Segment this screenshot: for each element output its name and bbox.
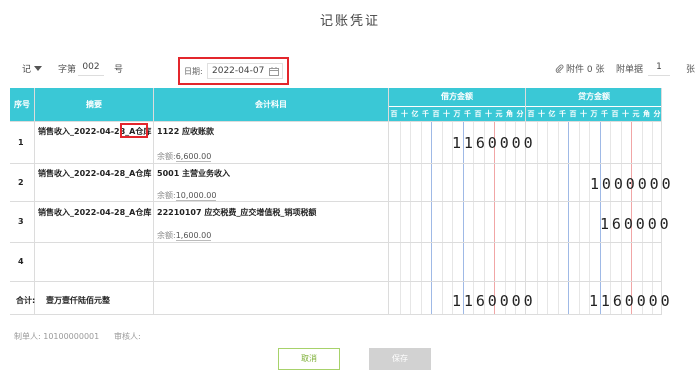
debit-digit-header: 角 <box>506 110 513 118</box>
digit-column-line <box>547 121 548 314</box>
total-text: 壹万壹仟陆佰元整 <box>46 296 110 305</box>
row-seq: 4 <box>18 257 24 266</box>
column-header-credit: 贷方金额 <box>526 88 662 106</box>
debit-digit-header: 十 <box>485 110 492 118</box>
column-header-debit: 借方金额 <box>389 88 525 106</box>
date-field-highlight: 日期: 2022-04-07 <box>178 57 289 85</box>
digit-column-line <box>410 121 411 314</box>
digit-column-line <box>399 121 401 314</box>
row-seq: 2 <box>18 178 24 187</box>
cancel-button[interactable]: 取消 <box>278 348 340 370</box>
row-summary[interactable]: 销售收入_2022-04-28_A仓库 <box>38 207 151 218</box>
debit-digit-header: 分 <box>516 110 524 118</box>
calendar-icon[interactable] <box>269 67 279 76</box>
voucher-word-value: 记 <box>22 64 32 75</box>
number-label: 号 <box>114 65 124 75</box>
debit-digit-header: 百 <box>474 110 482 118</box>
debit-digit-header: 千 <box>422 110 429 118</box>
credit-digit-header: 角 <box>643 110 650 118</box>
maker-label: 制单人: 10100000001 <box>14 332 100 341</box>
bill-unit-label: 张 <box>686 65 696 75</box>
row-credit-amount[interactable]: 160000 <box>600 215 672 233</box>
voucher-word-select[interactable]: 记 <box>22 61 48 75</box>
digit-column-line <box>431 121 432 314</box>
credit-digit-header: 十 <box>538 110 545 118</box>
row-balance: 余额:1,600.00 <box>157 231 212 241</box>
credit-digit-header: 百 <box>527 110 535 118</box>
digit-column-line <box>568 121 569 314</box>
row-summary[interactable]: 销售收入_2022-04-28_A仓库 <box>38 168 151 179</box>
credit-digit-header: 千 <box>601 110 608 118</box>
bill-label: 附单据 <box>616 65 644 75</box>
digit-column-line <box>420 121 422 314</box>
row-debit-amount[interactable]: 1160000 <box>452 134 536 152</box>
row-account[interactable]: 1122 应收账款 <box>157 126 214 137</box>
total-debit-amount: 1160000 <box>452 292 536 310</box>
digit-column-line <box>578 121 580 314</box>
digit-column-line <box>557 121 559 314</box>
debit-digit-header: 元 <box>495 110 503 118</box>
column-header-seq: 序号 <box>10 88 34 121</box>
row-seq: 1 <box>18 138 24 147</box>
digit-column-line <box>441 121 443 314</box>
debit-digit-header: 千 <box>464 110 471 118</box>
chevron-down-icon <box>34 65 43 71</box>
digit-column-line <box>589 121 590 314</box>
page-title: 记账凭证 <box>319 14 380 29</box>
credit-digit-header: 百 <box>611 110 619 118</box>
total-credit-amount: 1160000 <box>589 292 673 310</box>
voucher-table: 序号 摘要 会计科目 借方金额 贷方金额 百十亿千百十万千百十元角分百十亿千百十… <box>10 88 671 315</box>
highlight-box <box>120 123 148 138</box>
voucher-number-input[interactable]: 002 <box>78 60 104 76</box>
debit-digit-header: 十 <box>401 110 408 118</box>
credit-digit-header: 亿 <box>548 110 556 118</box>
column-header-summary: 摘要 <box>35 88 153 121</box>
column-header-account: 会计科目 <box>154 88 388 121</box>
debit-digit-header: 万 <box>453 110 461 118</box>
row-credit-amount[interactable]: 1000000 <box>590 175 674 193</box>
credit-digit-header: 元 <box>632 110 640 118</box>
debit-digit-header: 百 <box>390 110 398 118</box>
auditor-label: 审核人: <box>114 332 141 341</box>
row-balance: 余额:6,600.00 <box>157 152 212 162</box>
bill-count-input[interactable]: 1 <box>648 60 670 76</box>
debit-digit-header: 亿 <box>411 110 419 118</box>
attachment-link[interactable]: 附件 0 张 <box>555 62 604 75</box>
date-input[interactable]: 2022-04-07 <box>207 63 283 79</box>
debit-digit-header: 百 <box>432 110 440 118</box>
credit-digit-header: 百 <box>569 110 577 118</box>
debit-digit-header: 十 <box>443 110 450 118</box>
save-button[interactable]: 保存 <box>369 348 431 370</box>
date-value: 2022-04-07 <box>212 66 265 76</box>
total-label: 合计: <box>16 296 36 305</box>
credit-digit-header: 分 <box>653 110 661 118</box>
date-label: 日期: <box>184 67 203 76</box>
word-label: 字第 <box>58 65 77 75</box>
row-account[interactable]: 5001 主营业务收入 <box>157 168 230 179</box>
attachment-label: 附件 0 张 <box>566 65 605 75</box>
paperclip-icon <box>555 64 564 73</box>
row-balance: 余额:10,000.00 <box>157 191 217 201</box>
credit-digit-header: 千 <box>559 110 566 118</box>
row-account[interactable]: 22210107 应交税费_应交增值税_销项税额 <box>157 207 316 218</box>
credit-digit-header: 十 <box>622 110 629 118</box>
row-seq: 3 <box>18 217 24 226</box>
credit-digit-header: 十 <box>580 110 587 118</box>
credit-digit-header: 万 <box>590 110 598 118</box>
digit-column-line <box>536 121 538 314</box>
